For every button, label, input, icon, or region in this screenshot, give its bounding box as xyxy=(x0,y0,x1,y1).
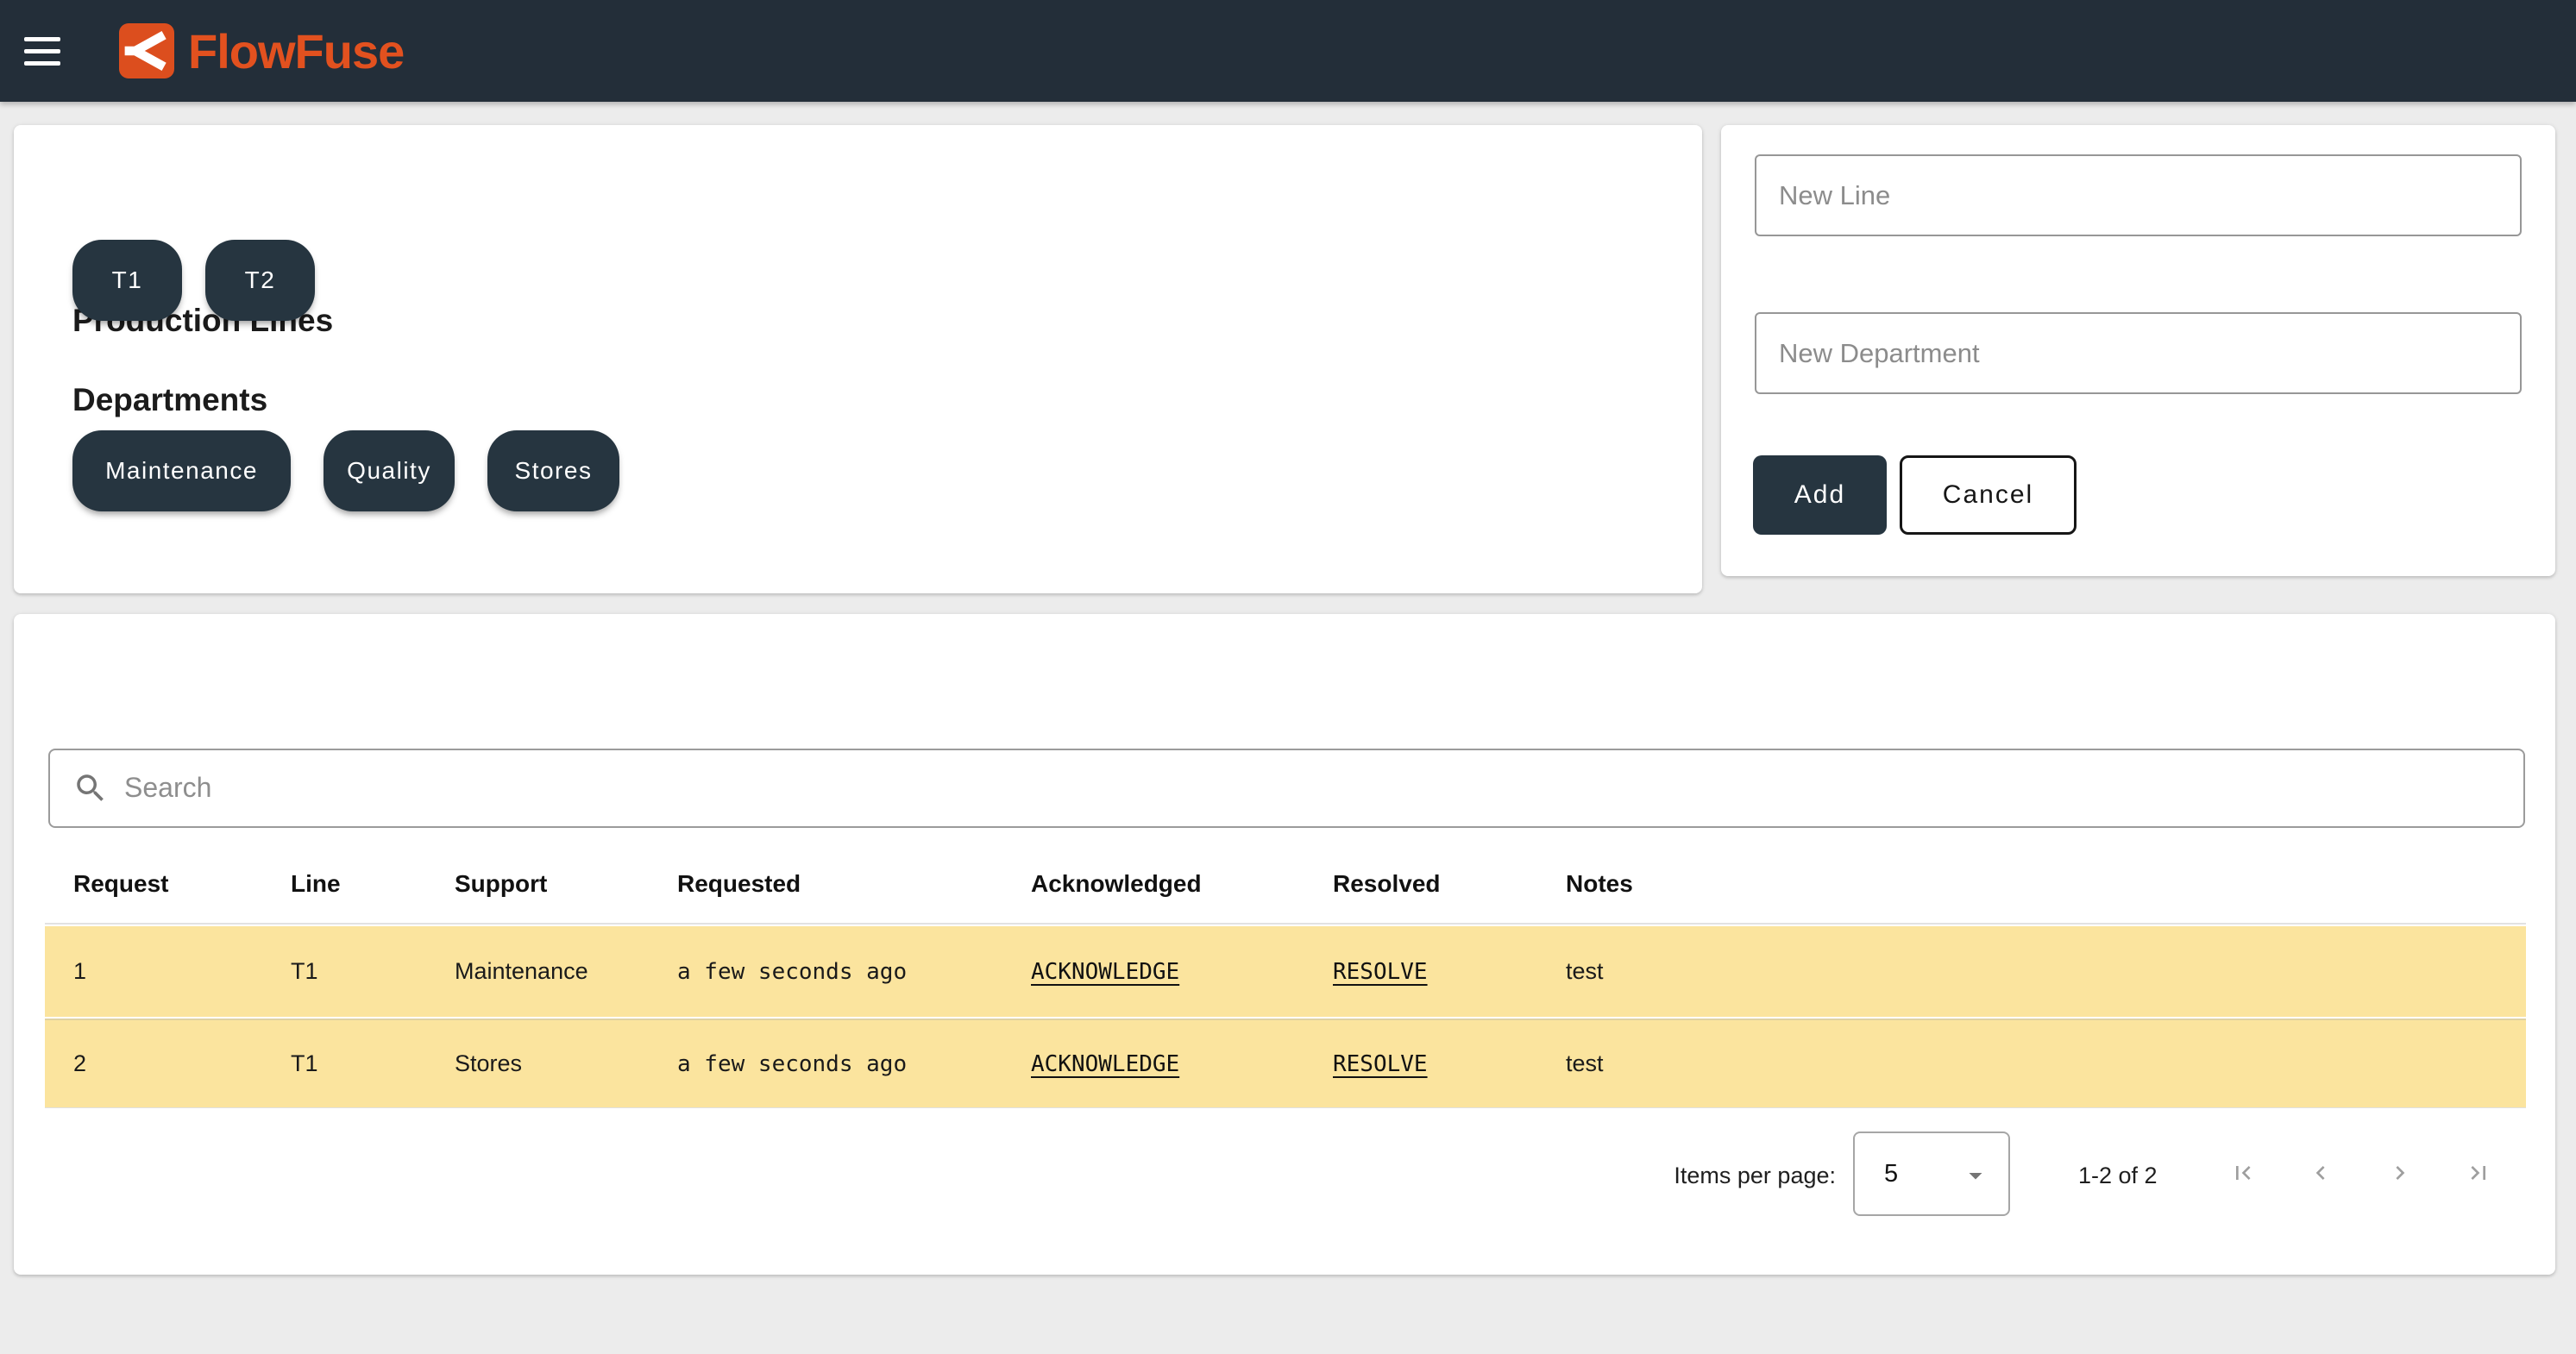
new-department-input[interactable] xyxy=(1755,312,2522,394)
flowfuse-logo-icon xyxy=(119,23,174,78)
cell-support: Stores xyxy=(455,1050,677,1077)
cell-line: T1 xyxy=(291,958,455,985)
cell-request: 2 xyxy=(73,1050,291,1077)
resolve-link[interactable]: RESOLVE xyxy=(1333,1051,1428,1077)
line-button-t1[interactable]: T1 xyxy=(72,240,182,321)
chevron-down-icon xyxy=(1960,1160,1991,1191)
cell-requested: a few seconds ago xyxy=(677,959,1031,985)
search-icon xyxy=(72,770,109,806)
resolve-link[interactable]: RESOLVE xyxy=(1333,959,1428,985)
cell-support: Maintenance xyxy=(455,958,677,985)
department-button-stores[interactable]: Stores xyxy=(487,430,619,511)
column-header-requested: Requested xyxy=(677,870,1031,898)
items-per-page-value: 5 xyxy=(1855,1160,1898,1188)
department-button-maintenance[interactable]: Maintenance xyxy=(72,430,291,511)
first-page-icon[interactable] xyxy=(2229,1159,2257,1187)
column-header-acknowledged: Acknowledged xyxy=(1031,870,1333,898)
department-button-quality[interactable]: Quality xyxy=(324,430,455,511)
column-header-support: Support xyxy=(455,870,677,898)
column-header-notes: Notes xyxy=(1566,870,2526,898)
cell-request: 1 xyxy=(73,958,291,985)
menu-hamburger-icon[interactable] xyxy=(24,32,62,70)
departments-heading: Departments xyxy=(72,381,267,419)
cell-requested: a few seconds ago xyxy=(677,1051,1031,1077)
pagination-range-label: 1-2 of 2 xyxy=(2078,1161,2158,1190)
next-page-icon[interactable] xyxy=(2386,1159,2414,1187)
column-header-request: Request xyxy=(73,870,291,898)
brand-title: FlowFuse xyxy=(188,26,404,78)
last-page-icon[interactable] xyxy=(2465,1159,2492,1187)
acknowledge-link[interactable]: ACKNOWLEDGE xyxy=(1031,959,1179,985)
search-input[interactable] xyxy=(123,757,2523,819)
app-header: FlowFuse xyxy=(0,0,2576,102)
column-header-resolved: Resolved xyxy=(1333,870,1566,898)
requests-table-card: Request Line Support Requested Acknowled… xyxy=(14,614,2555,1275)
cell-notes: test xyxy=(1566,1050,2526,1077)
table-header-row: Request Line Support Requested Acknowled… xyxy=(45,845,2526,925)
cell-line: T1 xyxy=(291,1050,455,1077)
add-button[interactable]: Add xyxy=(1753,455,1887,535)
acknowledge-link[interactable]: ACKNOWLEDGE xyxy=(1031,1051,1179,1077)
new-line-input[interactable] xyxy=(1755,154,2522,236)
production-panel-card: Production Lines T1 T2 Departments Maint… xyxy=(14,125,1702,593)
table-row: 1 T1 Maintenance a few seconds ago ACKNO… xyxy=(45,926,2526,1017)
search-field[interactable] xyxy=(48,749,2525,828)
line-button-t2[interactable]: T2 xyxy=(205,240,315,321)
cancel-button[interactable]: Cancel xyxy=(1900,455,2077,535)
table-row: 2 T1 Stores a few seconds ago ACKNOWLEDG… xyxy=(45,1019,2526,1108)
items-per-page-label: Items per page: xyxy=(1674,1161,1836,1190)
add-form-card: Add Cancel xyxy=(1721,125,2555,576)
items-per-page-select[interactable]: 5 xyxy=(1853,1131,2010,1216)
cell-notes: test xyxy=(1566,958,2526,985)
column-header-line: Line xyxy=(291,870,455,898)
previous-page-icon[interactable] xyxy=(2307,1159,2334,1187)
